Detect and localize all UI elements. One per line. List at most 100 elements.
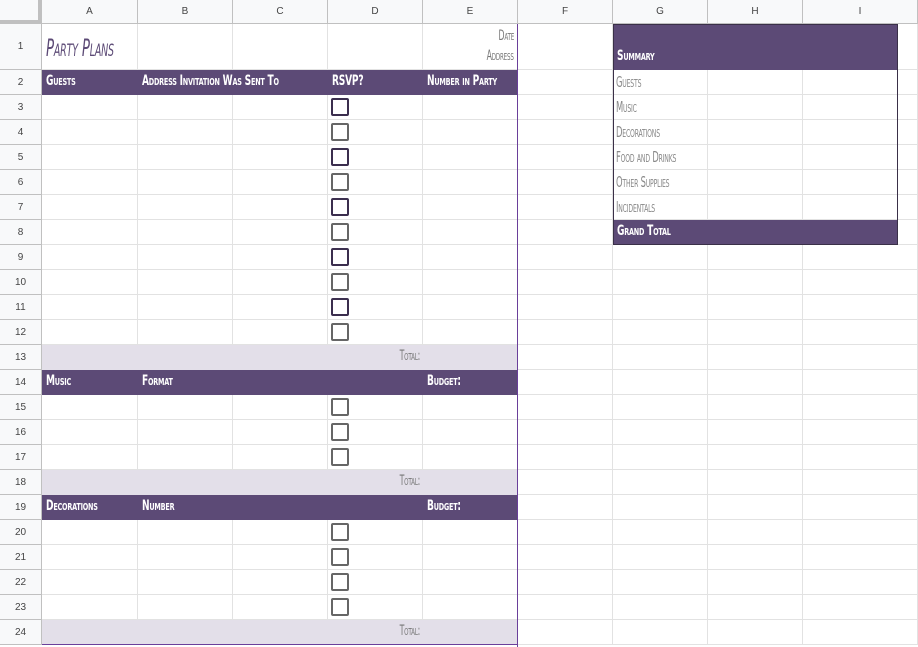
cell-h20[interactable]	[708, 520, 803, 545]
cell-a4[interactable]	[42, 120, 138, 145]
cell-e4[interactable]	[423, 120, 518, 145]
cell-i14[interactable]	[803, 370, 918, 395]
row-header-13[interactable]: 13	[0, 345, 42, 370]
cell-b8[interactable]	[138, 220, 233, 245]
cell-b16[interactable]	[138, 420, 233, 445]
cell-b23[interactable]	[138, 595, 233, 620]
cell-f23[interactable]	[518, 595, 613, 620]
cell-f1[interactable]	[518, 24, 613, 70]
cell-b15[interactable]	[138, 395, 233, 420]
cell-f5[interactable]	[518, 145, 613, 170]
cell-a10[interactable]	[42, 270, 138, 295]
cell-a17[interactable]	[42, 445, 138, 470]
cell-f16[interactable]	[518, 420, 613, 445]
cell-g16[interactable]	[613, 420, 708, 445]
cell-h13[interactable]	[708, 345, 803, 370]
row-header-11[interactable]: 11	[0, 295, 42, 320]
row-header-17[interactable]: 17	[0, 445, 42, 470]
cell-h11[interactable]	[708, 295, 803, 320]
cell-f14[interactable]	[518, 370, 613, 395]
cell-f2[interactable]	[518, 70, 613, 95]
decorations_section-rsvp-checkbox[interactable]	[331, 523, 349, 541]
cell-f22[interactable]	[518, 570, 613, 595]
cell-a21[interactable]	[42, 545, 138, 570]
cell-e11[interactable]	[423, 295, 518, 320]
cell-e15[interactable]	[423, 395, 518, 420]
column-header-b[interactable]: B	[138, 0, 233, 24]
row-header-15[interactable]: 15	[0, 395, 42, 420]
cell-g11[interactable]	[613, 295, 708, 320]
cell-b3[interactable]	[138, 95, 233, 120]
guests_section-rsvp-checkbox[interactable]	[331, 198, 349, 216]
cell-g9[interactable]	[613, 245, 708, 270]
row-header-6[interactable]: 6	[0, 170, 42, 195]
cell-c4[interactable]	[233, 120, 328, 145]
cell-h15[interactable]	[708, 395, 803, 420]
cell-i20[interactable]	[803, 520, 918, 545]
cell-h10[interactable]	[708, 270, 803, 295]
column-header-a[interactable]: A	[42, 0, 138, 24]
column-header-c[interactable]: C	[233, 0, 328, 24]
cell-f6[interactable]	[518, 170, 613, 195]
cell-i12[interactable]	[803, 320, 918, 345]
guests_section-rsvp-checkbox[interactable]	[331, 173, 349, 191]
cell-i23[interactable]	[803, 595, 918, 620]
cell-b21[interactable]	[138, 545, 233, 570]
music_section-rsvp-checkbox[interactable]	[331, 398, 349, 416]
cell-e22[interactable]	[423, 570, 518, 595]
cell-h9[interactable]	[708, 245, 803, 270]
cell-c23[interactable]	[233, 595, 328, 620]
cell-g15[interactable]	[613, 395, 708, 420]
cell-a16[interactable]	[42, 420, 138, 445]
cell-c22[interactable]	[233, 570, 328, 595]
cell-f3[interactable]	[518, 95, 613, 120]
cell-f10[interactable]	[518, 270, 613, 295]
cell-g23[interactable]	[613, 595, 708, 620]
cell-h14[interactable]	[708, 370, 803, 395]
row-header-5[interactable]: 5	[0, 145, 42, 170]
cell-b6[interactable]	[138, 170, 233, 195]
cell-f24[interactable]	[518, 620, 613, 645]
cell-a7[interactable]	[42, 195, 138, 220]
cell-f11[interactable]	[518, 295, 613, 320]
cell-b17[interactable]	[138, 445, 233, 470]
decorations_section-rsvp-checkbox[interactable]	[331, 598, 349, 616]
cell-h24[interactable]	[708, 620, 803, 645]
cell-c15[interactable]	[233, 395, 328, 420]
cell-e8[interactable]	[423, 220, 518, 245]
cell-i15[interactable]	[803, 395, 918, 420]
cell-g22[interactable]	[613, 570, 708, 595]
cell-e9[interactable]	[423, 245, 518, 270]
cell-f4[interactable]	[518, 120, 613, 145]
cell-b5[interactable]	[138, 145, 233, 170]
cell-h17[interactable]	[708, 445, 803, 470]
column-header-f[interactable]: F	[518, 0, 613, 24]
cell-f12[interactable]	[518, 320, 613, 345]
row-header-24[interactable]: 24	[0, 620, 42, 645]
guests_section-rsvp-checkbox[interactable]	[331, 298, 349, 316]
row-header-8[interactable]: 8	[0, 220, 42, 245]
cell-i9[interactable]	[803, 245, 918, 270]
cell-a5[interactable]	[42, 145, 138, 170]
cell-g19[interactable]	[613, 495, 708, 520]
cell-g10[interactable]	[613, 270, 708, 295]
guests_section-rsvp-checkbox[interactable]	[331, 223, 349, 241]
row-header-21[interactable]: 21	[0, 545, 42, 570]
cell-i13[interactable]	[803, 345, 918, 370]
cell-h22[interactable]	[708, 570, 803, 595]
cell-h23[interactable]	[708, 595, 803, 620]
cell-e23[interactable]	[423, 595, 518, 620]
cell-a15[interactable]	[42, 395, 138, 420]
cell-h21[interactable]	[708, 545, 803, 570]
cell-g18[interactable]	[613, 470, 708, 495]
cell-a6[interactable]	[42, 170, 138, 195]
cell-e20[interactable]	[423, 520, 518, 545]
cell-h16[interactable]	[708, 420, 803, 445]
cell-i16[interactable]	[803, 420, 918, 445]
select-all-corner[interactable]	[0, 0, 42, 24]
cell-a22[interactable]	[42, 570, 138, 595]
cell-c21[interactable]	[233, 545, 328, 570]
guests_section-rsvp-checkbox[interactable]	[331, 323, 349, 341]
row-header-12[interactable]: 12	[0, 320, 42, 345]
row-header-14[interactable]: 14	[0, 370, 42, 395]
